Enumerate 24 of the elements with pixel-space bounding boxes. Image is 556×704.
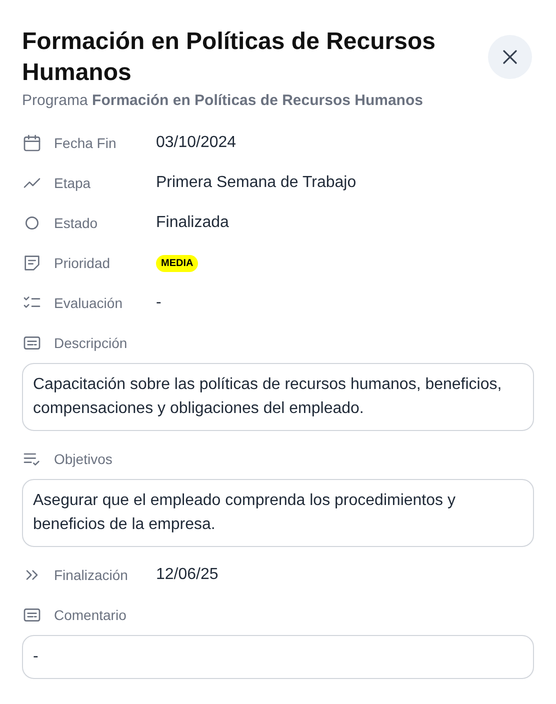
field-label: Finalización (54, 566, 129, 584)
text-area: - (22, 635, 534, 679)
field-value: - (156, 293, 162, 313)
close-button[interactable] (488, 35, 532, 79)
field-label: Evaluación (54, 294, 124, 312)
field-label: Objetivos (54, 450, 114, 469)
calendar-icon (22, 133, 42, 153)
priority-badge: MEDIA (156, 254, 198, 272)
field-label: Fecha Fin (54, 134, 118, 152)
field-value: Primera Semana de Trabajo (156, 173, 356, 193)
field-value: Finalizada (156, 213, 229, 233)
field-label: Etapa (54, 174, 92, 193)
field-value: 03/10/2024 (156, 133, 236, 153)
text-area: Asegurar que el empleado comprenda los procedimientos y beneficios de la empresa. (22, 479, 534, 547)
dialog-title: Formación en Políticas de Recursos Humanos (22, 27, 436, 88)
field-value: 12/06/25 (156, 565, 218, 585)
field-label: Prioridad (54, 254, 112, 272)
field-label: Comentario (54, 606, 128, 624)
text-area: Capacitación sobre las políticas de recursos humanos, beneficios, compensaciones y obligaciones del empleado. (22, 363, 534, 431)
program-subtitle: Programa Formación en Políticas de Recursos Humanos (22, 91, 424, 111)
close-icon (502, 49, 518, 65)
field-label: Descripción (54, 334, 128, 353)
note-icon (22, 253, 42, 273)
field-label: Estado (54, 214, 99, 232)
